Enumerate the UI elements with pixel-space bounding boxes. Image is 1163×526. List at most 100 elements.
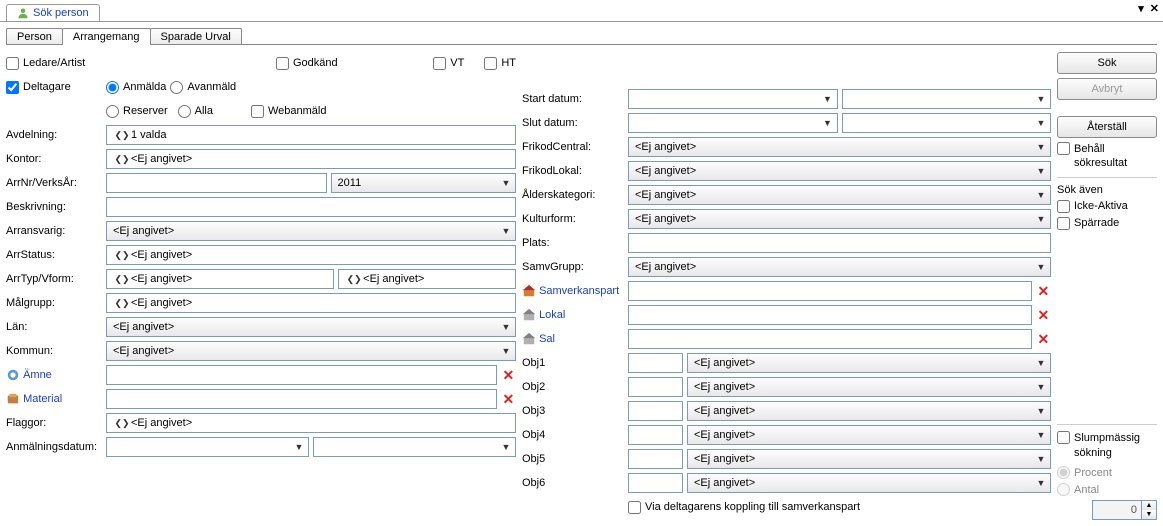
avanmald-radio[interactable]: Avanmäld — [170, 81, 236, 94]
lan-label: Län: — [6, 321, 106, 333]
minimize-button[interactable]: ▾ — [1138, 2, 1144, 15]
arrstatus-label: ArrStatus: — [6, 249, 106, 261]
reserver-radio[interactable]: Reserver — [106, 105, 168, 118]
ledare-artist-checkbox[interactable]: Ledare/Artist — [6, 57, 106, 70]
godkand-checkbox[interactable]: Godkänd — [276, 57, 338, 70]
verksar-dropdown[interactable]: 2011▼ — [331, 173, 516, 193]
samverkanspart-clear[interactable]: ✕ — [1036, 283, 1051, 300]
flaggor-dropdown[interactable]: ❮❯<Ej angivet> — [106, 413, 516, 433]
obj3-label: Obj3 — [522, 405, 628, 417]
frikodlokal-dropdown[interactable]: <Ej angivet>▼ — [628, 161, 1051, 181]
plats-input[interactable] — [628, 233, 1051, 253]
anmdatum-from[interactable]: ▼ — [106, 437, 309, 457]
amne-clear[interactable]: ✕ — [501, 367, 516, 384]
slump-checkbox[interactable]: Slumpmässig sökning — [1057, 431, 1157, 460]
via-deltagarens-checkbox[interactable]: Via deltagarens koppling till samverkans… — [628, 501, 860, 514]
samverkanspart-input[interactable] — [628, 281, 1032, 301]
beskrivning-label: Beskrivning: — [6, 201, 106, 213]
sal-icon — [522, 332, 536, 346]
window-tab-bar: Sök person ▾ ✕ — [0, 0, 1163, 22]
sal-input[interactable] — [628, 329, 1032, 349]
slutdatum-from[interactable]: ▼ — [628, 113, 838, 133]
window-title: Sök person — [33, 7, 89, 19]
beskrivning-input[interactable] — [106, 197, 516, 217]
frikodcentral-label: FrikodCentral: — [522, 141, 628, 153]
amne-input[interactable] — [106, 365, 497, 385]
obj2-dropdown[interactable]: <Ej angivet>▼ — [687, 377, 1051, 397]
samverkanspart-link[interactable]: Samverkanspart — [539, 285, 619, 297]
anmalda-radio[interactable]: Anmälda — [106, 81, 166, 94]
kontor-dropdown[interactable]: ❮❯<Ej angivet> — [106, 149, 516, 169]
samvgrupp-dropdown[interactable]: <Ej angivet>▼ — [628, 257, 1051, 277]
behall-checkbox[interactable]: Behåll sökresultat — [1057, 142, 1157, 171]
icke-aktiva-checkbox[interactable]: Icke-Aktiva — [1057, 200, 1157, 213]
alderskategori-dropdown[interactable]: <Ej angivet>▼ — [628, 185, 1051, 205]
frikodcentral-dropdown[interactable]: <Ej angivet>▼ — [628, 137, 1051, 157]
obj5-input[interactable] — [628, 449, 683, 469]
vt-checkbox[interactable]: VT — [433, 57, 464, 70]
startdatum-from[interactable]: ▼ — [628, 89, 838, 109]
arrtyp-dropdown[interactable]: ❮❯<Ej angivet> — [106, 269, 334, 289]
anmdatum-to[interactable]: ▼ — [313, 437, 516, 457]
aterstall-button[interactable]: Återställ — [1057, 116, 1157, 138]
samvgrupp-label: SamvGrupp: — [522, 261, 628, 273]
sparrade-checkbox[interactable]: Spärrade — [1057, 217, 1157, 230]
obj3-input[interactable] — [628, 401, 683, 421]
material-clear[interactable]: ✕ — [501, 391, 516, 408]
kommun-dropdown[interactable]: <Ej angivet>▼ — [106, 341, 516, 361]
procent-radio[interactable]: Procent — [1057, 466, 1157, 479]
obj3-dropdown[interactable]: <Ej angivet>▼ — [687, 401, 1051, 421]
obj1-dropdown[interactable]: <Ej angivet>▼ — [687, 353, 1051, 373]
slump-spinner[interactable]: ▲▼ — [1057, 500, 1157, 520]
obj5-dropdown[interactable]: <Ej angivet>▼ — [687, 449, 1051, 469]
antal-radio[interactable]: Antal — [1057, 483, 1157, 496]
tab-arrangemang[interactable]: Arrangemang — [62, 28, 151, 45]
slutdatum-label: Slut datum: — [522, 117, 628, 129]
startdatum-label: Start datum: — [522, 93, 628, 105]
amne-link[interactable]: Ämne — [23, 369, 52, 381]
obj4-input[interactable] — [628, 425, 683, 445]
alla-radio[interactable]: Alla — [178, 105, 213, 118]
inner-tabs: Person Arrangemang Sparade Urval — [0, 22, 1163, 45]
obj6-input[interactable] — [628, 473, 683, 493]
window-tab[interactable]: Sök person — [6, 4, 100, 21]
ht-checkbox[interactable]: HT — [484, 57, 516, 70]
arrstatus-dropdown[interactable]: ❮❯<Ej angivet> — [106, 245, 516, 265]
material-link[interactable]: Material — [23, 393, 62, 405]
arrnr-label: ArrNr/VerksÅr: — [6, 177, 106, 189]
tab-sparade-urval[interactable]: Sparade Urval — [150, 28, 242, 45]
malgrupp-label: Målgrupp: — [6, 297, 106, 309]
obj2-input[interactable] — [628, 377, 683, 397]
avdelning-label: Avdelning: — [6, 129, 106, 141]
lan-dropdown[interactable]: <Ej angivet>▼ — [106, 317, 516, 337]
startdatum-to[interactable]: ▼ — [842, 89, 1052, 109]
arransvarig-dropdown[interactable]: <Ej angivet>▼ — [106, 221, 516, 241]
kommun-label: Kommun: — [6, 345, 106, 357]
obj1-label: Obj1 — [522, 357, 628, 369]
kulturform-dropdown[interactable]: <Ej angivet>▼ — [628, 209, 1051, 229]
slutdatum-to[interactable]: ▼ — [842, 113, 1052, 133]
obj4-dropdown[interactable]: <Ej angivet>▼ — [687, 425, 1051, 445]
close-button[interactable]: ✕ — [1150, 2, 1159, 15]
obj1-input[interactable] — [628, 353, 683, 373]
webanmald-checkbox[interactable]: Webanmäld — [251, 105, 327, 118]
arrnr-input[interactable] — [106, 173, 327, 193]
obj6-dropdown[interactable]: <Ej angivet>▼ — [687, 473, 1051, 493]
avbryt-button[interactable]: Avbryt — [1057, 78, 1157, 100]
avdelning-dropdown[interactable]: ❮❯1 valda — [106, 125, 516, 145]
malgrupp-dropdown[interactable]: ❮❯<Ej angivet> — [106, 293, 516, 313]
deltagare-checkbox[interactable]: Deltagare — [6, 81, 106, 94]
lokal-input[interactable] — [628, 305, 1032, 325]
lokal-link[interactable]: Lokal — [539, 309, 565, 321]
sok-button[interactable]: Sök — [1057, 52, 1157, 74]
material-input[interactable] — [106, 389, 497, 409]
sal-link[interactable]: Sal — [539, 333, 555, 345]
lokal-clear[interactable]: ✕ — [1036, 307, 1051, 324]
plats-label: Plats: — [522, 237, 628, 249]
sal-clear[interactable]: ✕ — [1036, 331, 1051, 348]
tab-person[interactable]: Person — [6, 28, 63, 45]
amne-icon — [6, 368, 20, 382]
obj4-label: Obj4 — [522, 429, 628, 441]
flaggor-label: Flaggor: — [6, 417, 106, 429]
vform-dropdown[interactable]: ❮❯<Ej angivet> — [338, 269, 516, 289]
